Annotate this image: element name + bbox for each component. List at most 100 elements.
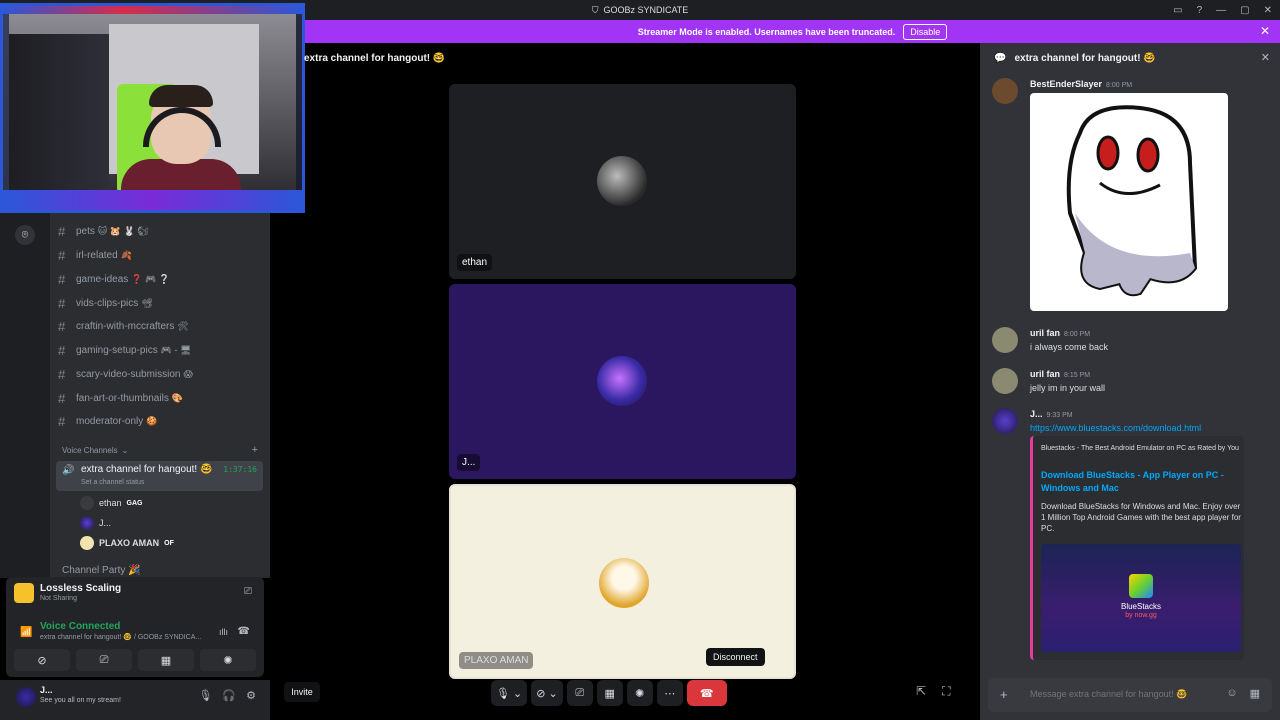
avatar[interactable] bbox=[16, 687, 36, 707]
avatar[interactable] bbox=[992, 408, 1018, 434]
screen-share-button[interactable]: ⎚ bbox=[76, 649, 132, 671]
add-channel-icon[interactable]: + bbox=[252, 444, 258, 456]
embed-title[interactable]: Download BlueStacks - App Player on PC -… bbox=[1041, 469, 1241, 494]
hash-icon: # bbox=[58, 390, 66, 406]
hash-icon: # bbox=[58, 318, 66, 334]
channel-game-ideas[interactable]: # game-ideas ❓ 🎮 ❔ bbox=[58, 269, 263, 289]
hash-icon: # bbox=[58, 295, 66, 311]
channel-fan-art[interactable]: # fan-art-or-thumbnails 🎨 bbox=[58, 388, 263, 408]
message-link[interactable]: https://www.bluestacks.com/download.html bbox=[1030, 423, 1201, 433]
server-name: GOOBz SYNDICATE bbox=[603, 5, 689, 15]
image-attachment[interactable] bbox=[1030, 93, 1228, 311]
user-controls: 🎙 🎧 ⚙ bbox=[198, 689, 256, 702]
message-author[interactable]: J... 9:33 PM bbox=[1030, 409, 1073, 419]
noise-suppression-icon[interactable]: ıllı bbox=[219, 627, 228, 637]
apps-icon[interactable]: ▦ bbox=[1250, 687, 1260, 700]
disconnect-button[interactable]: ☎ bbox=[686, 680, 727, 706]
fullscreen-icon[interactable]: ⛶ bbox=[942, 684, 950, 699]
webcam-overlay bbox=[0, 3, 305, 213]
channel-vids-clips-pics[interactable]: # vids-clips-pics 📽 bbox=[58, 293, 263, 313]
lossless-scaling-icon bbox=[14, 583, 34, 603]
embed-image-by: by now.gg bbox=[1125, 612, 1157, 619]
webcam-bottom-frame bbox=[3, 190, 302, 210]
avatar bbox=[597, 356, 647, 406]
server-rail: ⌾ bbox=[0, 213, 50, 578]
microphone-icon[interactable]: 🎙 bbox=[198, 689, 212, 702]
emoji-icon[interactable]: ☺ bbox=[1226, 687, 1237, 700]
embed-provider: Bluestacks - The Best Android Emulator o… bbox=[1041, 445, 1239, 452]
hash-icon: # bbox=[58, 223, 66, 239]
avatar bbox=[80, 516, 94, 530]
soundboard-button[interactable]: ✺ bbox=[626, 680, 653, 706]
participant-tile[interactable]: ethan bbox=[449, 84, 796, 279]
minimize-button[interactable]: — bbox=[1216, 5, 1226, 16]
channel-pets[interactable]: # pets 🐱 🐹 🐰 🐿 bbox=[58, 221, 263, 241]
message-author[interactable]: BestEnderSlayer 8:00 PM bbox=[1030, 79, 1132, 89]
activities-button[interactable]: ▦ bbox=[138, 649, 194, 671]
camera-off-button[interactable]: ⊘ bbox=[14, 649, 70, 671]
channel-party[interactable]: Channel Party 🎉 bbox=[62, 565, 141, 576]
hash-icon: # bbox=[58, 247, 66, 263]
avatar[interactable] bbox=[992, 78, 1018, 104]
message-text: i always come back bbox=[1030, 342, 1109, 352]
chevron-down-icon: ⌄ bbox=[121, 446, 129, 455]
activities-button[interactable]: ▦ bbox=[596, 680, 623, 706]
camera-button[interactable]: ⊘ ⌄ bbox=[531, 680, 563, 706]
embed-image[interactable]: BlueStacks by now.gg bbox=[1041, 544, 1241, 652]
voice-connected-channel[interactable]: extra channel for hangout! 🤓 / GOOBz SYN… bbox=[40, 633, 205, 641]
close-window-button[interactable]: ✕ bbox=[1264, 5, 1272, 16]
gear-icon[interactable]: ⚙ bbox=[246, 689, 256, 702]
channel-scary-video-submission[interactable]: # scary-video-submission 😱 bbox=[58, 364, 263, 384]
explore-icon[interactable]: ⌾ bbox=[15, 225, 35, 245]
disconnect-icon[interactable]: ☎ bbox=[238, 626, 250, 637]
close-icon[interactable]: ✕ bbox=[1260, 24, 1270, 38]
headphones-icon[interactable]: 🎧 bbox=[222, 689, 236, 702]
channel-gaming-setup-pics[interactable]: # gaming-setup-pics 🎮 - 🖥 bbox=[58, 340, 263, 360]
avatar[interactable] bbox=[992, 368, 1018, 394]
message-author[interactable]: uril fan 8:15 PM bbox=[1030, 369, 1090, 379]
close-icon[interactable]: ✕ bbox=[1261, 51, 1270, 64]
share-screen-icon[interactable]: ⎚ bbox=[244, 586, 252, 597]
hash-icon: # bbox=[58, 413, 66, 429]
channel-status[interactable]: Set a channel status bbox=[81, 479, 144, 486]
stage-tools: ⇱ ⛶ bbox=[916, 684, 950, 699]
microphone-button[interactable]: 🎙 ⌄ bbox=[491, 680, 528, 706]
soundboard-button[interactable]: ✺ bbox=[200, 649, 256, 671]
voice-timer: 1:37:16 bbox=[223, 465, 257, 474]
popout-icon[interactable]: ⇱ bbox=[916, 684, 926, 699]
help-icon[interactable]: ? bbox=[1197, 5, 1203, 16]
shield-icon: ⛉ bbox=[591, 4, 599, 15]
voice-channels-header[interactable]: Voice Channels ⌄ bbox=[62, 446, 128, 455]
avatar bbox=[597, 156, 647, 206]
disable-streamer-mode-button[interactable]: Disable bbox=[903, 23, 948, 40]
voice-user[interactable]: PLAXO AMAN OF bbox=[80, 534, 174, 552]
participant-name: PLAXO AMAN bbox=[459, 652, 534, 669]
avatar[interactable] bbox=[992, 327, 1018, 353]
invite-button[interactable]: Invite bbox=[284, 682, 320, 702]
link-embed: Bluestacks - The Best Android Emulator o… bbox=[1030, 436, 1244, 660]
voice-user[interactable]: J... bbox=[80, 514, 111, 532]
message-input[interactable] bbox=[1030, 689, 1210, 699]
channel-sidebar: # pets 🐱 🐹 🐰 🐿 # irl-related 🍂 # game-ideas ❓ … bbox=[50, 213, 270, 578]
hash-icon: # bbox=[58, 342, 66, 358]
inbox-icon[interactable]: ▭ bbox=[1173, 5, 1182, 16]
participant-name: J... bbox=[457, 454, 481, 471]
channel-moderator-only[interactable]: # moderator-only 🍪 bbox=[58, 411, 263, 431]
participant-tile[interactable]: J... bbox=[449, 284, 796, 479]
plus-icon[interactable]: + bbox=[1000, 687, 1008, 702]
screen-share-button[interactable]: ⎚ bbox=[566, 680, 593, 706]
avatar bbox=[80, 496, 94, 510]
voice-connected-label: Voice Connected bbox=[40, 621, 121, 632]
disconnect-tooltip: Disconnect bbox=[706, 648, 765, 666]
message-author[interactable]: uril fan 8:00 PM bbox=[1030, 328, 1090, 338]
chat-title: extra channel for hangout! 🤓 bbox=[1014, 52, 1156, 64]
channel-irl-related[interactable]: # irl-related 🍂 bbox=[58, 245, 263, 265]
more-options-button[interactable]: ⋯ bbox=[656, 680, 683, 706]
hash-icon: # bbox=[58, 271, 66, 287]
active-voice-channel[interactable]: 🔊 extra channel for hangout! 🤓 1:37:16 S… bbox=[56, 461, 263, 491]
voice-actions: ⊘ ⎚ ▦ ✺ bbox=[14, 649, 256, 671]
voice-user[interactable]: ethan GAG bbox=[80, 494, 142, 512]
participant-name: ethan bbox=[457, 254, 493, 271]
maximize-button[interactable]: ▢ bbox=[1240, 5, 1249, 16]
channel-craftin[interactable]: # craftin-with-mccrafters 🛠 bbox=[58, 316, 263, 336]
